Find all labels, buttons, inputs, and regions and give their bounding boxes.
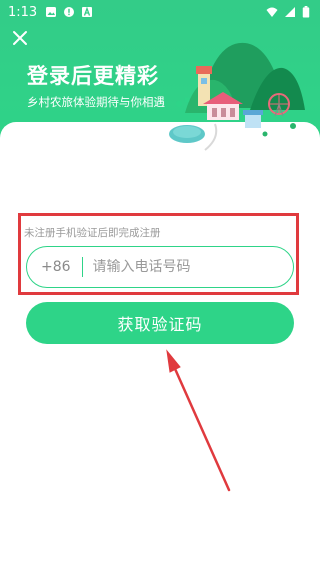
photo-icon <box>46 7 57 17</box>
country-code[interactable]: +86 <box>41 259 71 275</box>
wifi-icon <box>266 7 278 17</box>
signal-icon <box>285 7 295 17</box>
status-time: 1:13 <box>8 4 38 20</box>
status-bar: 1:13 <box>0 0 320 24</box>
close-button[interactable] <box>8 26 32 50</box>
alert-icon <box>64 7 75 17</box>
field-divider <box>81 257 83 277</box>
village-illustration <box>169 42 305 151</box>
phone-field[interactable]: +86 <box>26 246 294 288</box>
register-hint: 未注册手机验证后即完成注册 <box>24 227 161 239</box>
font-icon <box>82 6 93 17</box>
battery-icon <box>302 6 310 18</box>
page-subtitle: 乡村农旅体验期待与你相遇 <box>27 95 165 109</box>
close-icon <box>13 31 27 45</box>
phone-input[interactable] <box>92 259 283 275</box>
page-title: 登录后更精彩 <box>27 64 159 88</box>
get-verification-code-button[interactable]: 获取验证码 <box>26 302 294 344</box>
